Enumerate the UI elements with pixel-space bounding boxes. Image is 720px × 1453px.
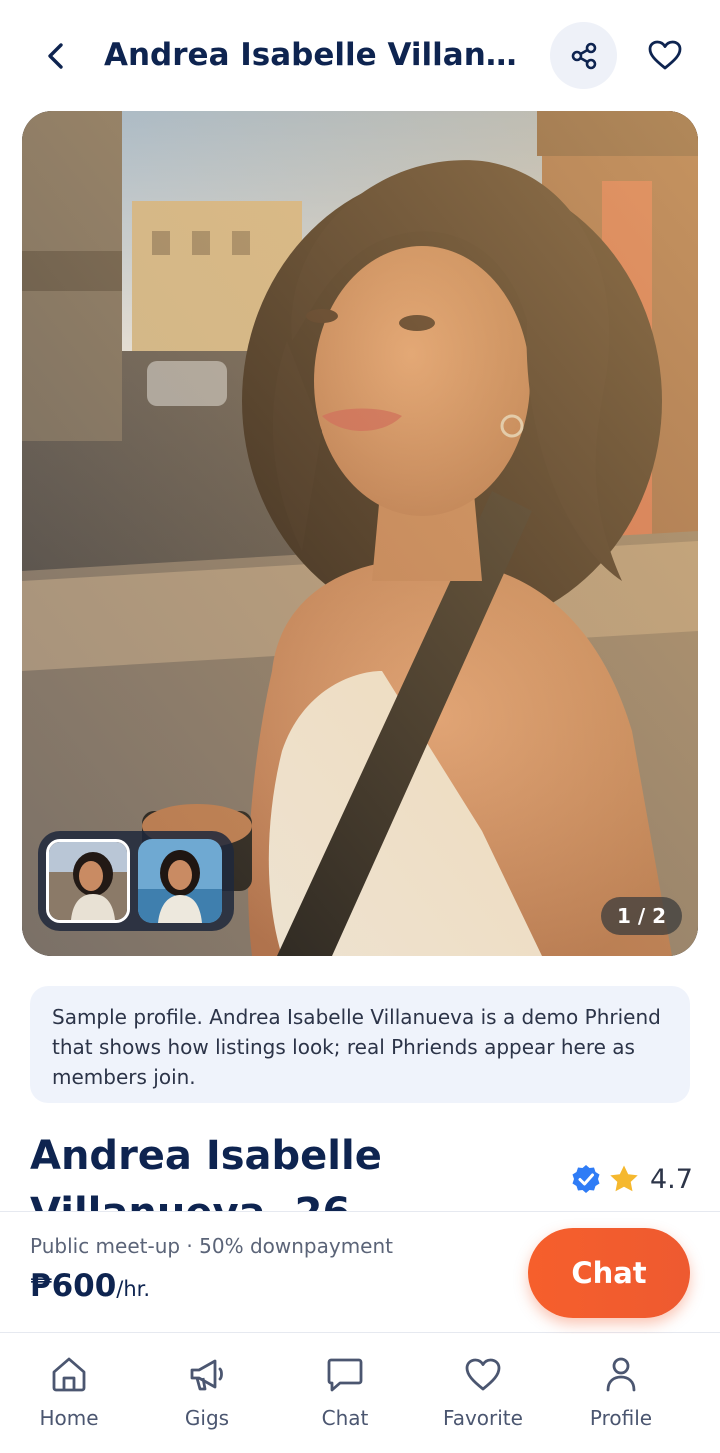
hourly-price: ₱600/hr. [30,1268,150,1304]
nav-label: Gigs [184,1406,230,1430]
verified-badge-icon [572,1165,600,1193]
chat-button[interactable]: Chat [528,1228,690,1318]
nav-label: Favorite [443,1406,523,1430]
heart-icon [465,1358,501,1391]
profile-photo[interactable]: 1 / 2 [22,111,698,956]
chevron-left-icon [48,43,63,69]
page-title: Andrea Isabelle Villanue... [104,37,529,73]
star-icon [610,1165,638,1192]
back-button[interactable] [34,34,78,78]
favorite-button[interactable] [638,28,692,82]
share-icon [571,42,596,69]
rating: 4.7 [570,1163,693,1195]
nav-item-profile[interactable]: Profile [552,1334,690,1453]
nav-label: Home [39,1406,99,1430]
photo-scene [22,111,698,956]
rating-value: 4.7 [650,1163,693,1195]
top-bar: Andrea Isabelle Villanue... [0,0,720,110]
home-icon [52,1357,86,1392]
thumbnail-1[interactable] [46,839,130,923]
chat-bubble-icon [327,1358,363,1392]
user-icon [606,1357,636,1392]
nav-item-chat[interactable]: Chat [276,1334,414,1453]
thumbnail-image [49,842,127,920]
heart-icon [648,40,682,70]
booking-terms: Public meet-up · 50% downpayment [30,1234,394,1258]
profile-name-block: Andrea Isabelle Villanueva, 26 [30,1128,550,1212]
nav-item-gigs[interactable]: Gigs [138,1334,276,1453]
megaphone-icon [190,1359,223,1391]
thumbnail-2[interactable] [138,839,222,923]
price-amount: ₱600 [30,1268,117,1304]
nav-item-favorite[interactable]: Favorite [414,1334,552,1453]
bottom-nav: Home Gigs Chat Favorite Profile [0,1334,720,1453]
thumbnail-image [138,839,222,923]
nav-label: Profile [589,1406,653,1430]
nav-item-home[interactable]: Home [0,1334,138,1453]
share-button[interactable] [550,22,617,89]
price-unit: /hr. [116,1277,151,1301]
photo-counter: 1 / 2 [600,897,682,935]
booking-bar: Public meet-up · 50% downpayment ₱600/hr… [0,1211,720,1333]
sample-profile-notice: Sample profile. Andrea Isabelle Villanue… [30,986,690,1103]
thumbnail-strip [38,831,234,931]
nav-label: Chat [321,1406,369,1430]
profile-name: Andrea Isabelle Villanueva, 26 [30,1133,382,1212]
